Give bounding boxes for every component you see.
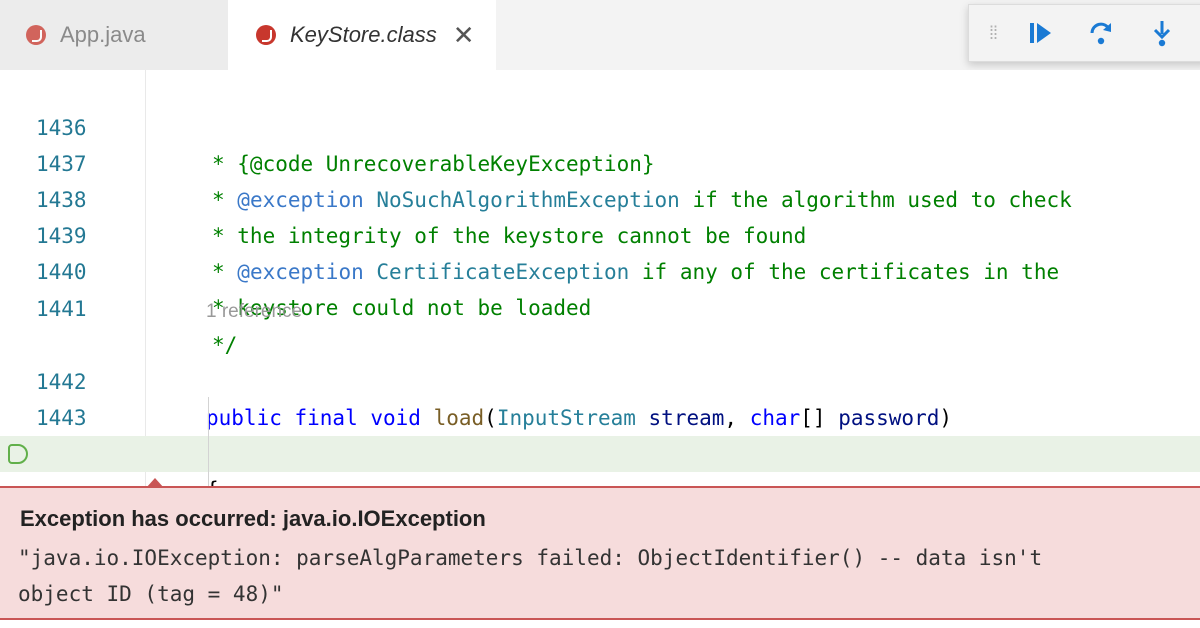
code-line: 1439 * @exception CertificateException i… [0, 182, 1200, 284]
code-line: 1437 * @exception NoSuchAlgorithmExcepti… [0, 110, 1200, 212]
code-line: 1444 { [0, 400, 1200, 486]
indent-guide [208, 397, 209, 486]
java-file-icon [26, 25, 46, 45]
code-line: 1442 public final void load(InputStream … [0, 328, 1200, 430]
code-line: 1440 * keystore could not be loaded [0, 218, 1200, 320]
codelens-references[interactable]: 1 reference [206, 301, 302, 323]
code-line: 1443 throws IOException, NoSuchAlgorithm… [0, 364, 1200, 466]
tab-label: KeyStore.class [290, 22, 437, 47]
line-number: 1441 [36, 297, 87, 321]
java-file-icon [256, 25, 276, 45]
debug-toolbar: ⁞⁞ [968, 4, 1200, 62]
exception-message-line: object ID (tag = 48)" [18, 582, 284, 606]
current-execution-line: 1445 keyStoreSpi.engineLoad(stream, pass… [0, 436, 1200, 472]
step-over-button[interactable] [1084, 16, 1117, 50]
code-editor[interactable]: 1436 * {@code UnrecoverableKeyException}… [0, 70, 1200, 486]
exception-pointer [146, 478, 164, 488]
exception-message: "java.io.IOException: parseAlgParameters… [18, 540, 1198, 612]
exception-message-line: "java.io.IOException: parseAlgParameters… [18, 546, 1043, 570]
code-line: 1436 * {@code UnrecoverableKeyException} [0, 74, 1200, 176]
continue-button[interactable] [1023, 16, 1056, 50]
continue-icon [1029, 23, 1051, 43]
close-icon[interactable]: ✕ [453, 22, 475, 48]
code-line: 1441 */ [0, 255, 1200, 357]
step-into-icon [1154, 21, 1171, 47]
exception-widget: Exception has occurred: java.io.IOExcept… [0, 478, 1200, 620]
editor-below [0, 620, 1200, 628]
tab-keystore-class[interactable]: KeyStore.class ✕ [228, 0, 496, 70]
tab-label: App.java [60, 22, 146, 47]
current-execution-marker-icon [8, 444, 28, 464]
step-over-icon [1090, 22, 1111, 45]
code-line: 1438 * the integrity of the keystore can… [0, 146, 1200, 248]
step-into-button[interactable] [1146, 16, 1179, 50]
drag-handle-icon[interactable]: ⁞⁞ [989, 23, 998, 44]
tab-app-java[interactable]: App.java [0, 0, 228, 70]
exception-title: Exception has occurred: java.io.IOExcept… [20, 506, 486, 531]
